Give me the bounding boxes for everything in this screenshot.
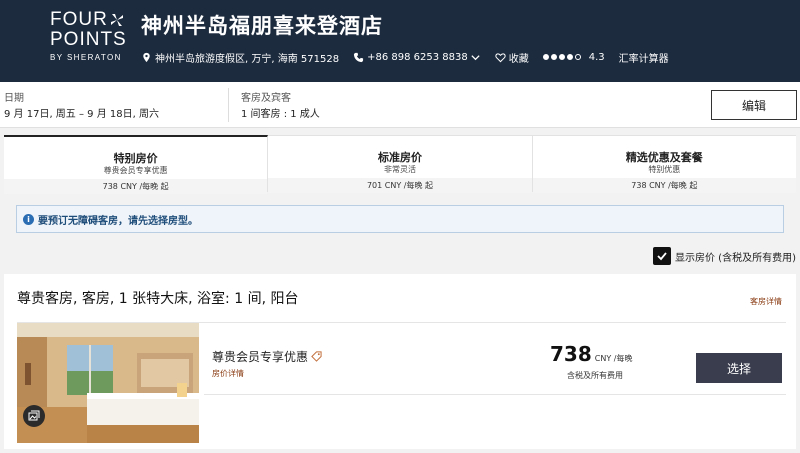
rate-name-text: 尊贵会员专享优惠 bbox=[212, 350, 309, 364]
divider bbox=[204, 394, 786, 395]
alert-text: 要预订无障碍客房，请先选择房型。 bbox=[38, 215, 198, 227]
four-points-logo[interactable]: FOUR POINTS BY SHERATON bbox=[50, 10, 126, 66]
tab-subtitle: 非常灵活 bbox=[383, 165, 416, 174]
hotel-address[interactable]: 神州半岛旅游度假区, 万宁, 海南 571528 bbox=[141, 50, 339, 65]
search-divider bbox=[228, 88, 229, 122]
tab-subtitle: 特别优惠 bbox=[648, 165, 681, 174]
room-title: 尊贵客房, 客房, 1 张特大床, 浴室: 1 间, 阳台 bbox=[17, 291, 299, 307]
tab-standard-rates[interactable]: 标准房价 非常灵活 701 CNY /每晚 起 bbox=[268, 135, 533, 193]
hotel-header: FOUR POINTS BY SHERATON 神州半岛福朋喜来登酒店 神州半岛… bbox=[0, 0, 800, 82]
chevron-down-icon bbox=[471, 54, 480, 60]
heart-icon bbox=[495, 52, 506, 62]
hotel-rating[interactable]: 4.3 bbox=[542, 51, 605, 63]
info-icon: i bbox=[23, 213, 34, 225]
tab-price: 738 CNY /每晚 起 bbox=[4, 179, 268, 194]
rooms-label: 客房及宾客 bbox=[241, 93, 291, 104]
favorite-label: 收藏 bbox=[508, 53, 529, 65]
gallery-icon[interactable] bbox=[23, 405, 45, 427]
tab-subtitle: 尊贵会员专享优惠 bbox=[103, 166, 168, 175]
tab-title: 特别房价 bbox=[113, 152, 158, 165]
edit-search-button[interactable]: 编辑 bbox=[711, 90, 797, 120]
rating-dots-icon bbox=[542, 54, 583, 60]
room-price: 738 CNY /每晚 bbox=[550, 342, 632, 366]
price-note: 含税及所有费用 bbox=[567, 371, 623, 380]
tab-price: 701 CNY /每晚 起 bbox=[268, 178, 532, 193]
tab-special-rates[interactable]: 特别房价 尊贵会员专享优惠 738 CNY /每晚 起 bbox=[4, 135, 269, 194]
hotel-phone[interactable]: +86 898 6253 8838 bbox=[353, 52, 481, 63]
tab-title: 精选优惠及套餐 bbox=[625, 151, 703, 164]
rate-details-link[interactable]: 房价详情 bbox=[212, 368, 244, 379]
checkbox-checked-icon[interactable] bbox=[653, 247, 671, 265]
hotel-name: 神州半岛福朋喜来登酒店 bbox=[141, 14, 383, 38]
search-summary: 日期 9 月 17日, 周五 – 9 月 18日, 周六 客房及宾客 1 间客房… bbox=[0, 82, 800, 128]
select-room-button[interactable]: 选择 bbox=[696, 353, 782, 383]
phone-icon bbox=[353, 52, 364, 62]
hotel-address-text: 神州半岛旅游度假区, 万宁, 海南 571528 bbox=[155, 53, 340, 65]
favorite-button[interactable]: 收藏 bbox=[495, 50, 529, 65]
currency-calculator-label: 汇率计算器 bbox=[618, 53, 669, 65]
tab-price: 738 CNY /每晚 起 bbox=[532, 178, 796, 193]
logo-line-2: POINTS bbox=[50, 29, 127, 50]
currency-calculator-link[interactable]: 汇率计算器 bbox=[619, 50, 669, 65]
date-value: 9 月 17日, 周五 – 9 月 18日, 周六 bbox=[4, 109, 159, 120]
show-price-toggle[interactable]: 显示房价 (含税及所有费用) bbox=[653, 247, 796, 265]
location-pin-icon bbox=[143, 52, 150, 62]
room-card: 尊贵客房, 客房, 1 张特大床, 浴室: 1 间, 阳台 客房详情 尊贵会员专… bbox=[4, 274, 796, 449]
show-price-label: 显示房价 (含税及所有费用) bbox=[675, 252, 796, 264]
hotel-phone-text: +86 898 6253 8838 bbox=[367, 51, 468, 63]
room-photo[interactable] bbox=[17, 323, 199, 443]
date-label: 日期 bbox=[4, 93, 24, 104]
four-points-logo-mark-icon bbox=[111, 14, 123, 26]
rate-name: 尊贵会员专享优惠 bbox=[212, 348, 322, 365]
accessible-room-alert: i 要预订无障碍客房，请先选择房型。 bbox=[16, 205, 784, 233]
price-unit: CNY /每晚 bbox=[594, 354, 633, 363]
rating-value: 4.3 bbox=[588, 51, 605, 63]
room-details-link[interactable]: 客房详情 bbox=[750, 296, 782, 307]
hotel-meta: 神州半岛旅游度假区, 万宁, 海南 571528 +86 898 6253 88… bbox=[141, 49, 683, 65]
room-photo-image bbox=[17, 323, 199, 443]
rooms-value: 1 间客房 : 1 成人 bbox=[241, 109, 320, 120]
price-amount: 738 bbox=[550, 342, 592, 366]
logo-line-3: BY SHERATON bbox=[50, 53, 122, 62]
tab-packages[interactable]: 精选优惠及套餐 特别优惠 738 CNY /每晚 起 bbox=[532, 135, 796, 193]
member-tag-icon bbox=[311, 351, 322, 362]
tab-title: 标准房价 bbox=[377, 151, 422, 164]
rate-tabs: 特别房价 尊贵会员专享优惠 738 CNY /每晚 起 标准房价 非常灵活 70… bbox=[4, 135, 796, 194]
